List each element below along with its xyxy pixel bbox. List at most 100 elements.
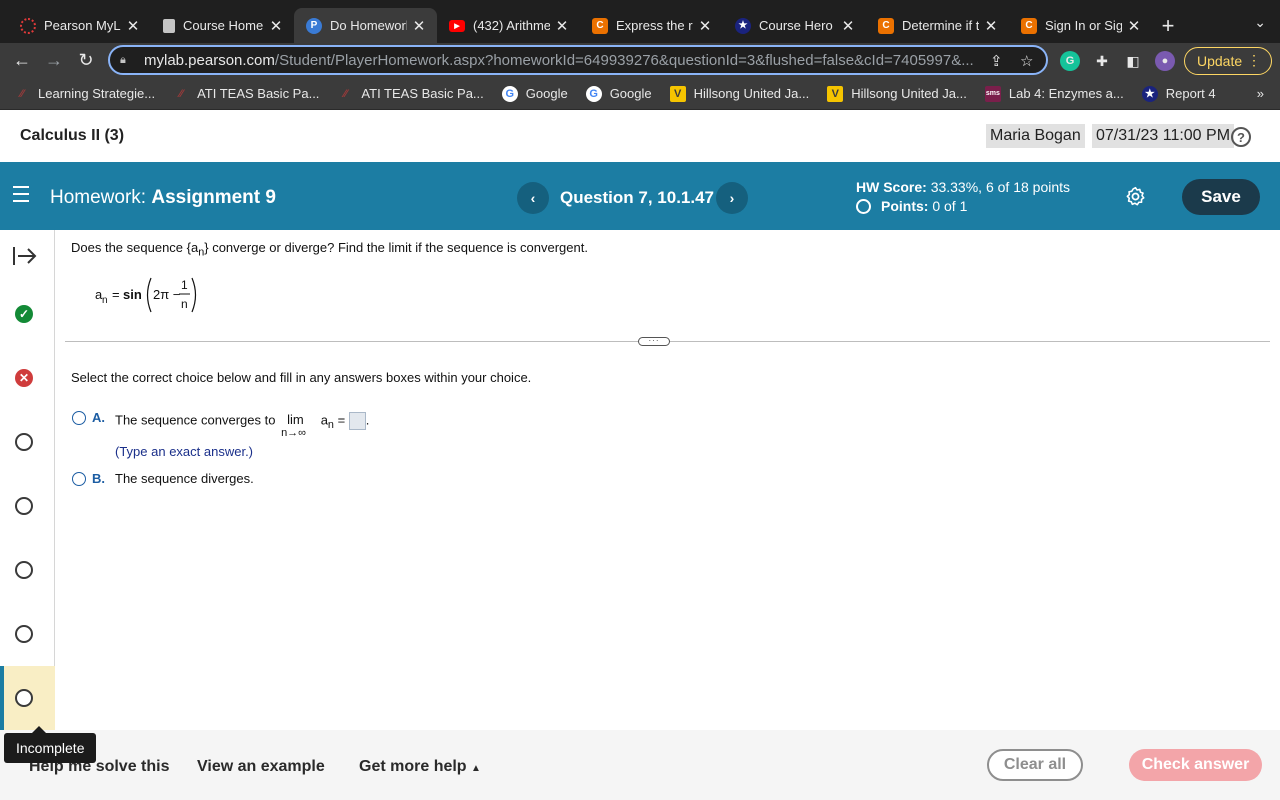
profile-avatar[interactable]: ● (1155, 51, 1175, 71)
browser-tab-active[interactable]: P Do Homework ✕ (294, 8, 437, 43)
hw-score-label: HW Score: (856, 179, 927, 195)
document-icon (163, 18, 175, 33)
close-icon[interactable]: ✕ (554, 17, 570, 35)
limit-sequence-sub: n (327, 419, 334, 432)
previous-question-button[interactable]: ‹ (517, 182, 549, 214)
due-date: 07/31/23 11:00 PM (1092, 124, 1235, 148)
choice-a[interactable]: A. The sequence converges to lim n→∞ an … (72, 410, 369, 439)
ati-icon: ⁄⁄ (20, 87, 24, 100)
incomplete-circle-icon[interactable] (15, 433, 33, 451)
correct-check-icon[interactable]: ✓ (15, 305, 33, 323)
user-name[interactable]: Maria Bogan (986, 124, 1085, 148)
extensions-puzzle-icon[interactable]: ✚ (1092, 51, 1112, 71)
chegg-c-icon: C (592, 17, 608, 34)
forward-arrow-icon[interactable]: → (38, 45, 70, 77)
question-label[interactable]: Question 7, 10.1.47 (560, 188, 714, 208)
choice-a-text: The sequence converges to (115, 412, 276, 428)
resize-handle[interactable]: ··· (638, 337, 670, 346)
incomplete-circle-icon[interactable] (15, 689, 33, 707)
get-more-help-label: Get more help (359, 758, 467, 775)
limit-sequence: a (320, 412, 328, 428)
formula-numerator: 1 (181, 278, 188, 292)
next-question-button[interactable]: › (716, 182, 748, 214)
browser-tab[interactable]: C Determine if t ✕ (866, 8, 1009, 43)
more-bookmarks-icon[interactable]: » (1257, 86, 1264, 101)
bookmark-label: Hillsong United Ja... (851, 86, 967, 101)
close-icon[interactable]: ✕ (840, 17, 856, 35)
hw-score-value: 33.33%, 6 of 18 points (930, 179, 1071, 195)
browser-tab[interactable]: C Express the re ✕ (580, 8, 723, 43)
back-arrow-icon[interactable]: ← (6, 45, 38, 77)
google-icon: G (585, 85, 602, 102)
star-icon: ★ (735, 17, 751, 34)
bookmark-item[interactable]: ⁄⁄ ATI TEAS Basic Pa... (337, 86, 484, 102)
bookmark-item[interactable]: G Google (585, 85, 652, 102)
bookmark-item[interactable]: sms Lab 4: Enzymes a... (984, 85, 1124, 102)
pearson-ring-icon (20, 17, 36, 34)
new-tab-button[interactable]: + (1152, 8, 1184, 43)
incomplete-circle-icon[interactable] (15, 561, 33, 579)
bookmark-label: ATI TEAS Basic Pa... (361, 86, 484, 101)
browser-tab[interactable]: ★ Course Hero ✕ (723, 8, 866, 43)
close-icon[interactable]: ✕ (697, 17, 713, 35)
view-example-link[interactable]: View an example (197, 758, 325, 776)
limit-expression: lim n→∞ (281, 412, 317, 439)
ati-icon: ⁄⁄ (343, 87, 348, 100)
bookmark-star-icon[interactable]: ☆ (1020, 52, 1033, 70)
get-more-help-link[interactable]: Get more help ▲ (359, 758, 481, 776)
browser-toolbar: ← → ↻ 🔒︎ mylab.pearson.com/Student/Playe… (0, 43, 1280, 78)
hw-score: HW Score: 33.33%, 6 of 18 points (856, 179, 1070, 195)
grammarly-icon[interactable]: G (1060, 51, 1080, 71)
close-icon[interactable]: ✕ (125, 17, 141, 35)
browser-tab[interactable]: Course Home ✕ (151, 8, 294, 43)
expand-panel-icon[interactable] (12, 245, 38, 267)
incorrect-x-icon[interactable]: ✕ (15, 369, 33, 387)
question-prompt: Does the sequence {an} converge or diver… (71, 240, 588, 259)
help-icon[interactable]: ? (1231, 127, 1251, 147)
tab-title: Course Home (183, 18, 264, 33)
close-icon[interactable]: ✕ (411, 17, 427, 35)
points-label: Points: (881, 198, 929, 214)
star-icon: ★ (1141, 85, 1158, 102)
choice-b-radio[interactable] (72, 472, 86, 486)
gear-icon[interactable] (1125, 186, 1146, 207)
bookmark-item[interactable]: ⁄⁄ Learning Strategie... (14, 86, 155, 102)
browser-tab[interactable]: ▶ (432) Arithme ✕ (437, 8, 580, 43)
chevron-down-icon[interactable]: ⌄ (1254, 14, 1266, 31)
bookmark-item[interactable]: V Hillsong United Ja... (669, 85, 809, 102)
check-answer-button[interactable]: Check answer (1129, 749, 1262, 781)
close-icon[interactable]: ✕ (268, 17, 284, 35)
pearson-p-icon: P (306, 17, 322, 34)
save-button[interactable]: Save (1182, 179, 1260, 215)
hillsong-icon: V (669, 85, 686, 102)
bookmark-item[interactable]: ★ Report 4 (1141, 85, 1216, 102)
footer-bar: Help me solve this View an example Get m… (0, 730, 1280, 800)
points-status: Points: 0 of 1 (856, 198, 967, 214)
incomplete-circle-icon[interactable] (15, 497, 33, 515)
side-panel-icon[interactable]: ◧ (1123, 51, 1143, 71)
limit-label: lim (287, 412, 304, 428)
homework-title: Homework: Assignment 9 (50, 187, 276, 209)
share-icon[interactable]: ⇪ (990, 52, 1003, 70)
browser-tab[interactable]: Pearson MyLa ✕ (8, 8, 151, 43)
reload-icon[interactable]: ↻ (70, 45, 102, 77)
answer-input-box[interactable] (348, 412, 366, 430)
bookmark-label: Learning Strategie... (38, 86, 156, 101)
choice-b[interactable]: B. The sequence diverges. (72, 471, 254, 486)
bookmark-item[interactable]: G Google (501, 85, 568, 102)
bookmark-label: Google (609, 86, 652, 101)
incomplete-circle-icon[interactable] (15, 625, 33, 643)
course-title: Calculus II (3) (20, 127, 125, 144)
update-button[interactable]: Update ⋮ (1184, 47, 1272, 75)
menu-icon[interactable] (13, 186, 29, 207)
bookmark-item[interactable]: ⁄⁄ ATI TEAS Basic Pa... (173, 86, 319, 102)
bookmark-label: Lab 4: Enzymes a... (1008, 86, 1124, 101)
bookmark-item[interactable]: V Hillsong United Ja... (827, 85, 967, 102)
close-icon[interactable]: ✕ (1126, 17, 1142, 35)
choice-a-radio[interactable] (72, 411, 86, 425)
browser-tab[interactable]: C Sign In or Sign ✕ (1009, 8, 1152, 43)
clear-all-button[interactable]: Clear all (987, 749, 1083, 781)
close-icon[interactable]: ✕ (983, 17, 999, 35)
formula-render: a n = sin 2π − 1 n (95, 277, 197, 313)
address-bar[interactable]: 🔒︎ mylab.pearson.com/Student/PlayerHomew… (108, 45, 1048, 75)
